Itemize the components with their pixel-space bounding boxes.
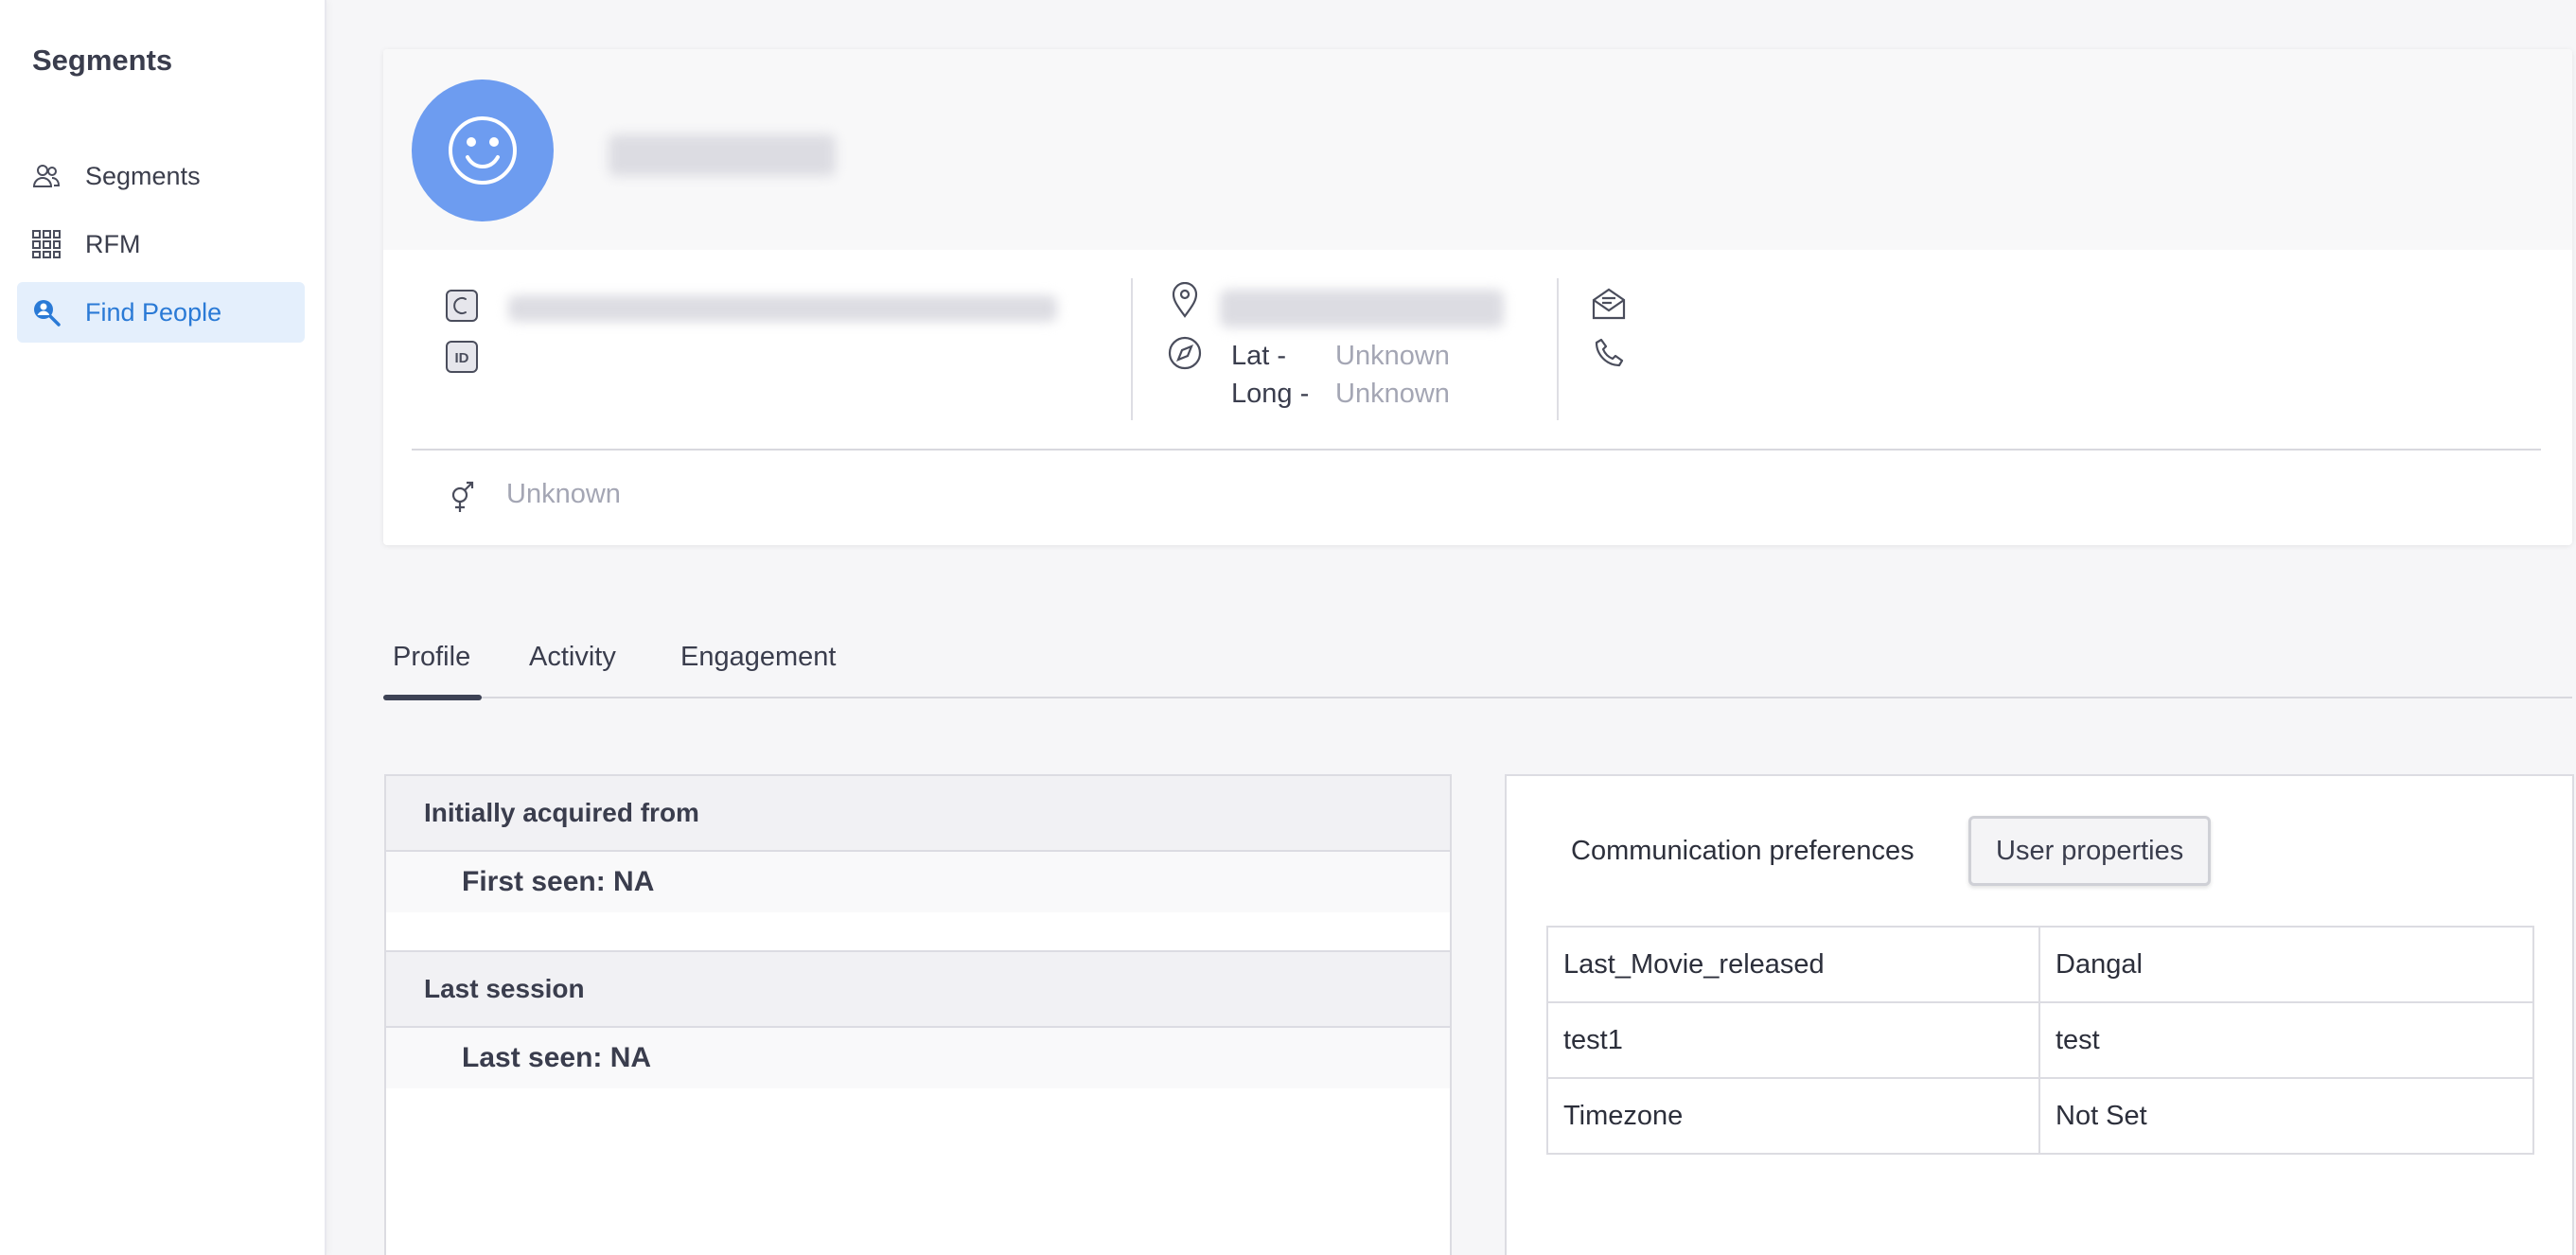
smiley-icon — [449, 116, 517, 185]
compass-icon — [1167, 335, 1203, 371]
property-value: test — [2038, 1001, 2534, 1079]
lat-value: Unknown — [1335, 341, 1450, 371]
sidebar-item-segments[interactable]: Segments — [17, 146, 305, 206]
tab-engagement[interactable]: Engagement — [671, 636, 845, 698]
gender-icon — [444, 479, 480, 515]
sidebar-title: Segments — [32, 44, 173, 77]
column-divider — [1557, 278, 1559, 420]
acquisition-panel: Initially acquired from First seen: NA L… — [384, 774, 1452, 1255]
profile-tabs: Profile Activity Engagement — [383, 636, 2572, 700]
property-value: Dangal — [2038, 926, 2534, 1003]
property-key: test1 — [1546, 1001, 2040, 1079]
person-search-icon — [30, 296, 62, 328]
sidebar-item-find-people[interactable]: Find People — [17, 282, 305, 343]
grid-icon — [30, 228, 62, 260]
acquired-heading: Initially acquired from — [386, 776, 1450, 852]
property-key: Timezone — [1546, 1077, 2040, 1155]
long-value: Unknown — [1335, 379, 1450, 409]
tab-communication-preferences[interactable]: Communication preferences — [1571, 816, 1914, 886]
sidebar-item-rfm[interactable]: RFM — [17, 214, 305, 274]
first-seen: First seen: NA — [386, 852, 1450, 912]
long-label: Long - — [1231, 379, 1310, 409]
tab-activity[interactable]: Activity — [520, 636, 626, 698]
property-value: Not Set — [2038, 1077, 2534, 1155]
last-session-heading: Last session — [386, 952, 1450, 1028]
column-divider — [1131, 278, 1133, 420]
table-row: test1 test — [1546, 1001, 2534, 1079]
sidebar-item-label: RFM — [85, 229, 141, 258]
profile-header-card: ID Lat - Unknown Long - Unknown Unknown — [383, 49, 2572, 545]
header-divider — [412, 449, 2541, 451]
svg-text:ID: ID — [455, 350, 469, 366]
user-properties-table: Last_Movie_released Dangal test1 test Ti… — [1546, 926, 2534, 1155]
last-seen: Last seen: NA — [386, 1028, 1450, 1088]
tab-user-properties[interactable]: User properties — [1968, 816, 2212, 886]
sidebar: Segments Segments RFM Find People — [0, 0, 326, 1255]
email-redacted — [508, 295, 1057, 322]
sidebar-item-label: Find People — [85, 297, 222, 327]
property-key: Last_Movie_released — [1546, 926, 2040, 1003]
user-name-redacted — [609, 134, 836, 176]
users-icon — [30, 160, 62, 192]
preferences-panel: Communication preferences User propertie… — [1505, 774, 2574, 1255]
lat-label: Lat - — [1231, 341, 1287, 371]
identity-icon — [444, 288, 480, 324]
phone-icon — [1591, 335, 1627, 371]
table-row: Last_Movie_released Dangal — [1546, 926, 2534, 1003]
envelope-icon — [1591, 286, 1627, 322]
location-redacted — [1220, 290, 1504, 327]
sidebar-item-label: Segments — [85, 161, 201, 190]
location-pin-icon — [1167, 282, 1203, 318]
avatar — [412, 80, 554, 221]
table-row: Timezone Not Set — [1546, 1077, 2534, 1155]
id-icon: ID — [444, 339, 480, 375]
gender-value: Unknown — [506, 479, 621, 509]
tab-profile[interactable]: Profile — [383, 636, 482, 700]
